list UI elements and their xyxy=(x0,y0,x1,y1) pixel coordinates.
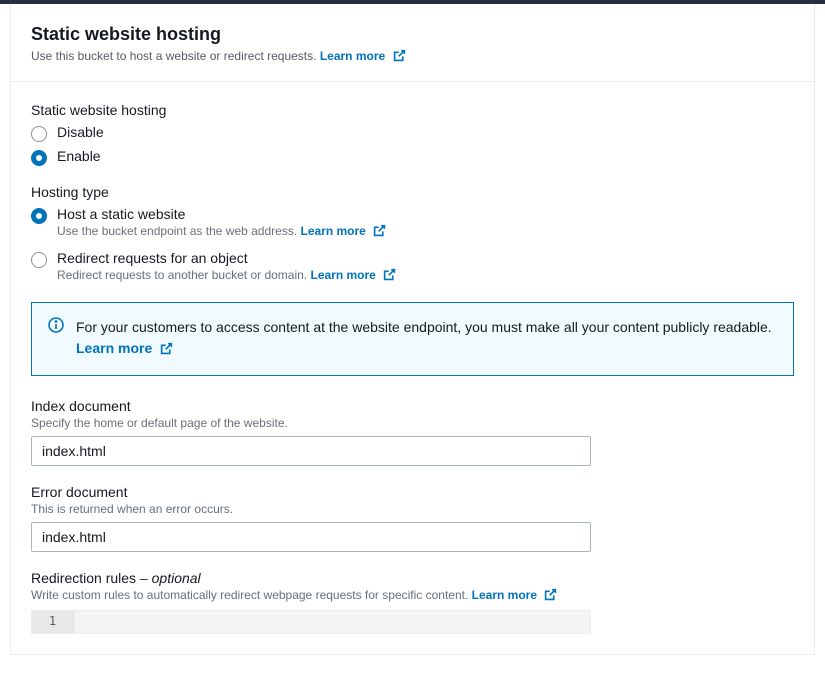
external-link-icon xyxy=(383,268,396,284)
radio-label-disable: Disable xyxy=(57,124,104,140)
hosting-section-label: Static website hosting xyxy=(31,102,794,118)
radio-host-static[interactable]: Host a static website Use the bucket end… xyxy=(31,206,794,240)
info-learn-more-link[interactable]: Learn more xyxy=(76,340,173,356)
external-link-icon xyxy=(373,224,386,240)
redirection-rules-field: Redirection rules – optional Write custo… xyxy=(31,570,794,634)
info-icon xyxy=(48,317,64,361)
info-box: For your customers to access content at … xyxy=(31,302,794,376)
redirection-rules-desc: Write custom rules to automatically redi… xyxy=(31,588,794,604)
radio-redirect[interactable]: Redirect requests for an object Redirect… xyxy=(31,250,794,284)
index-document-field: Index document Specify the home or defau… xyxy=(31,398,794,466)
radio-icon xyxy=(31,150,47,166)
redirect-learn-more-link[interactable]: Learn more xyxy=(310,268,396,282)
radio-desc-static: Use the bucket endpoint as the web addre… xyxy=(57,224,794,240)
redirection-rules-label: Redirection rules – optional xyxy=(31,570,794,586)
error-document-field: Error document This is returned when an … xyxy=(31,484,794,552)
content-panel: Static website hosting Disable Enable Ho… xyxy=(10,82,815,655)
code-area[interactable] xyxy=(74,611,590,633)
external-link-icon xyxy=(160,340,173,361)
info-text: For your customers to access content at … xyxy=(76,317,777,361)
redirection-rules-editor[interactable]: 1 xyxy=(31,610,591,634)
error-document-input[interactable] xyxy=(31,522,591,552)
radio-label-redirect: Redirect requests for an object xyxy=(57,250,794,266)
static-learn-more-link[interactable]: Learn more xyxy=(301,224,387,238)
error-document-desc: This is returned when an error occurs. xyxy=(31,502,794,516)
error-document-label: Error document xyxy=(31,484,794,500)
radio-desc-redirect: Redirect requests to another bucket or d… xyxy=(57,268,794,284)
radio-label-static: Host a static website xyxy=(57,206,794,222)
hosting-radio-group: Disable Enable xyxy=(31,124,794,166)
index-document-label: Index document xyxy=(31,398,794,414)
radio-icon xyxy=(31,126,47,142)
redirection-learn-more-link[interactable]: Learn more xyxy=(472,588,558,602)
page-description: Use this bucket to host a website or red… xyxy=(31,49,794,65)
radio-icon xyxy=(31,252,47,268)
header-panel: Static website hosting Use this bucket t… xyxy=(10,4,815,82)
radio-disable[interactable]: Disable xyxy=(31,124,794,142)
radio-label-enable: Enable xyxy=(57,148,101,164)
index-document-desc: Specify the home or default page of the … xyxy=(31,416,794,430)
external-link-icon xyxy=(393,49,406,65)
page-title: Static website hosting xyxy=(31,24,794,45)
index-document-input[interactable] xyxy=(31,436,591,466)
header-learn-more-link[interactable]: Learn more xyxy=(320,49,406,63)
hosting-type-radio-group: Host a static website Use the bucket end… xyxy=(31,206,794,284)
line-number: 1 xyxy=(32,611,74,633)
radio-enable[interactable]: Enable xyxy=(31,148,794,166)
radio-icon xyxy=(31,208,47,224)
external-link-icon xyxy=(544,588,557,604)
hosting-type-label: Hosting type xyxy=(31,184,794,200)
